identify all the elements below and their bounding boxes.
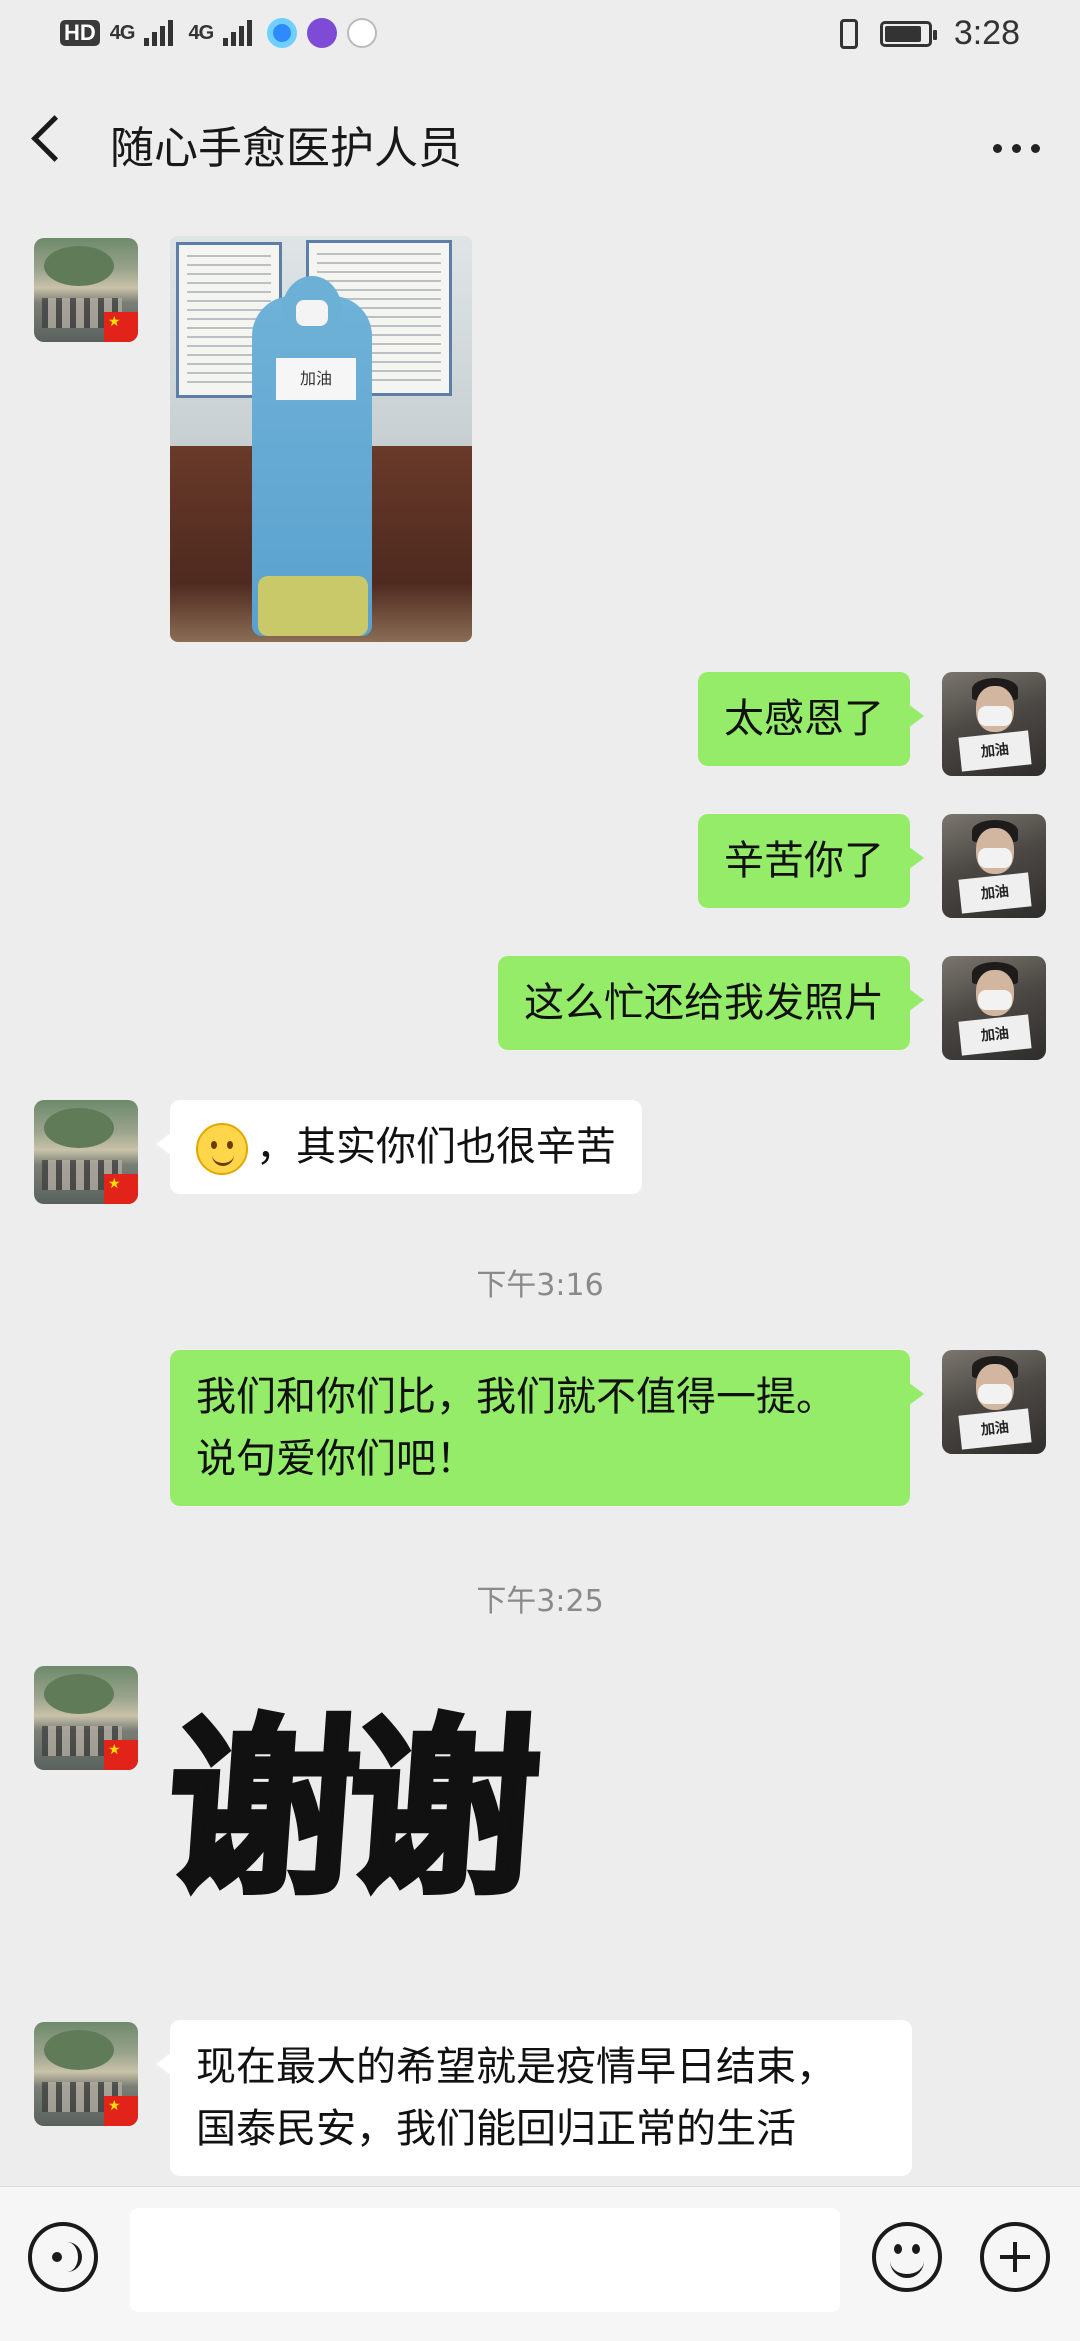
battery-icon [879, 20, 937, 47]
avatar[interactable]: ★ [34, 1666, 138, 1770]
message-bubble-self[interactable]: 太感恩了 [698, 672, 924, 766]
message-text: ，其实你们也很辛苦 [256, 1124, 616, 1170]
avatar[interactable]: ★ [34, 238, 138, 342]
photo-sign-text: 加油 [276, 358, 356, 400]
clock: 3:28 [953, 14, 1020, 52]
message-input[interactable] [130, 2208, 840, 2312]
vibrate-icon [839, 18, 858, 49]
more-actions-plus-icon[interactable] [980, 2222, 1050, 2292]
message-line: 说句爱你们吧！ [196, 1436, 476, 1482]
avatar-self[interactable]: 加油 [942, 814, 1046, 918]
timestamp: 下午3:16 [476, 1268, 604, 1303]
message-line: 现在最大的希望就是疫情早日结束， [196, 2044, 836, 2090]
signal-icon [144, 20, 178, 46]
status-bar: HD 4G 4G 3:28 [0, 0, 1080, 80]
message-bubble-self[interactable]: 辛苦你了 [698, 814, 924, 908]
avatar-self[interactable]: 加油 [942, 956, 1046, 1060]
thanks-sticker[interactable]: 谢谢 [157, 1696, 538, 1923]
message-line: 我们和你们比，我们就不值得一提。 [196, 1374, 836, 1420]
infinity-app-icon [307, 18, 338, 48]
wechat-notification-icon [347, 18, 378, 48]
emoji-icon[interactable] [872, 2222, 942, 2292]
battery-fill [884, 25, 921, 42]
browser-app-icon [267, 18, 298, 48]
image-message[interactable]: 加油 [170, 236, 472, 642]
message-bubble-self[interactable]: 这么忙还给我发照片 [498, 956, 924, 1050]
avatar-self[interactable]: 加油 [942, 1350, 1046, 1454]
avatar[interactable]: ★ [34, 2022, 138, 2126]
signal-icon [223, 20, 257, 46]
sim2-label: 4G [188, 21, 214, 44]
chat-title: 随心手愈医护人员 [110, 123, 462, 174]
message-line: 国泰民安，我们能回归正常的生活 [196, 2106, 796, 2152]
message-bubble-other[interactable]: ，其实你们也很辛苦 [156, 1100, 642, 1194]
message-bubble-other[interactable]: 现在最大的希望就是疫情早日结束， 国泰民安，我们能回归正常的生活 [156, 2020, 912, 2176]
more-options-icon[interactable] [993, 144, 1040, 153]
timestamp: 下午3:25 [476, 1584, 604, 1619]
hd-badge: HD [60, 20, 100, 46]
voice-input-icon[interactable] [28, 2222, 98, 2292]
avatar[interactable]: ★ [34, 1100, 138, 1204]
status-right: 3:28 [839, 14, 1020, 53]
message-bubble-self[interactable]: 我们和你们比，我们就不值得一提。 说句爱你们吧！ [170, 1350, 924, 1506]
status-left: HD 4G 4G [60, 18, 378, 48]
smile-emoji-icon [196, 1123, 248, 1175]
sim1-label: 4G [109, 21, 136, 44]
avatar-self[interactable]: 加油 [942, 672, 1046, 776]
